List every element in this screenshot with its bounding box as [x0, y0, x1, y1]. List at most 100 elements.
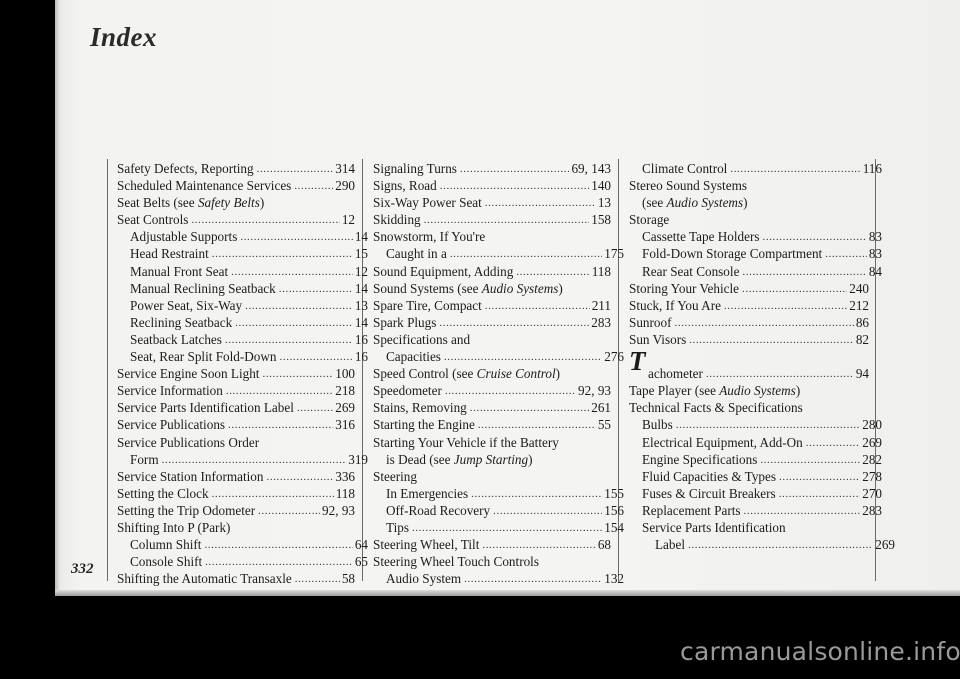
index-entry: In Emergencies 155 [373, 485, 624, 502]
index-entry-page-number: 140 [591, 178, 611, 194]
dot-leader [760, 452, 860, 469]
index-cross-reference: Audio Systems [666, 195, 744, 211]
index-entry: Power Seat, Six-Way 13 [117, 297, 368, 314]
index-entry-page-number: 269 [875, 537, 895, 553]
index-entry-label: Service Parts Identification [642, 519, 786, 535]
index-entry: Starting the Engine 55 [373, 416, 611, 433]
dot-leader [440, 178, 589, 195]
dot-leader [412, 520, 602, 537]
index-entry-label: Six-Way Power Seat [373, 195, 482, 211]
dot-leader [742, 264, 866, 281]
index-entry-label: Service Information [117, 383, 223, 399]
dot-leader [257, 161, 334, 178]
index-entry: Off-Road Recovery 156 [373, 502, 624, 519]
index-entry: (see Audio Systems) [629, 194, 882, 211]
index-entry-label: Steering Wheel Touch Controls [373, 554, 539, 570]
index-entry-label: Starting the Engine [373, 417, 475, 433]
index-entry: Service Parts Identification Label 269 [117, 399, 355, 416]
index-entry-label: Speedometer [373, 383, 442, 399]
dot-leader [225, 332, 353, 349]
index-entry-page-number: 282 [862, 451, 882, 467]
index-entry-page-number: 68 [597, 537, 611, 553]
index-entry-page-number: 276 [604, 349, 624, 365]
index-entry: Technical Facts & Specifications [629, 399, 869, 416]
index-entry: Caught in a 175 [373, 245, 624, 262]
index-entry: Manual Reclining Seatback 14 [117, 280, 368, 297]
index-entry: Signs, Road 140 [373, 177, 611, 194]
index-entry-page-number: 290 [335, 178, 355, 194]
index-column-2: Signaling Turns69, 143Signs, Road140Six-… [373, 160, 624, 587]
index-entry: Sunroof 86 [629, 314, 869, 331]
index-entry-label: (see Audio Systems) [642, 195, 748, 211]
index-entry-page-number: 13 [354, 297, 368, 313]
index-entry: Capacities 276 [373, 348, 624, 365]
index-entry-label: Head Restraint [130, 246, 209, 262]
dot-leader [294, 178, 333, 195]
dot-leader [724, 298, 847, 315]
dot-leader [689, 332, 854, 349]
dot-leader [676, 417, 860, 434]
dot-leader [280, 349, 353, 366]
dot-leader [825, 246, 867, 263]
index-entry: is Dead (see Jump Starting) [373, 451, 624, 468]
index-entry: Replacement Parts 283 [629, 502, 882, 519]
index-entry: Stereo Sound Systems [629, 177, 869, 194]
index-entry-page-number: 83 [868, 229, 882, 245]
index-entry: Six-Way Power Seat 13 [373, 194, 611, 211]
index-entry-label: Bulbs [642, 417, 673, 433]
index-entry-label: Sound Equipment, Adding [373, 263, 514, 279]
letter-section-heading: Tachometer 94 [629, 348, 869, 382]
index-entry: Fuses & Circuit Breakers 270 [629, 485, 882, 502]
index-entry-page-number: 212 [849, 297, 869, 313]
index-entry: Adjustable Supports 14 [117, 228, 368, 245]
index-entry: Label 269 [629, 536, 895, 553]
index-entry-page-number: 12 [341, 212, 355, 228]
index-entry-page-number: 175 [604, 246, 624, 262]
index-entry-page-number: 58 [341, 571, 355, 587]
dot-leader [688, 537, 873, 554]
column-rule-left [107, 159, 108, 581]
index-entry-label: Snowstorm, If You're [373, 229, 486, 245]
index-entry-page-number: 240 [849, 280, 869, 296]
index-column-3: Climate Control 116 Stereo Sound Systems(s… [629, 160, 895, 553]
index-entry-label: Seat Belts (see Safety Belts) [117, 195, 265, 211]
index-entry-label: Off-Road Recovery [386, 502, 491, 518]
index-entry-label: Scheduled Maintenance Services [117, 178, 292, 194]
index-entry-page-number: 94 [855, 366, 869, 382]
index-entry-label: Skidding [373, 212, 421, 228]
index-entry-page-number: 12 [354, 263, 368, 279]
index-entry: Service Station Information 336 [117, 468, 355, 485]
dot-leader [204, 537, 352, 554]
index-entry: Fluid Capacities & Types 278 [629, 468, 882, 485]
index-entry: Steering [373, 468, 611, 485]
index-entry-label: Sound Systems (see Audio Systems) [373, 280, 563, 296]
index-entry-page-number: 218 [335, 383, 355, 399]
index-entry-label: Power Seat, Six-Way [130, 297, 243, 313]
index-entry-page-number: 116 [862, 161, 882, 176]
index-entry-label: Starting Your Vehicle if the Battery [373, 434, 559, 450]
index-entry-label: Label [655, 537, 686, 553]
dot-leader [424, 212, 590, 229]
dot-leader [297, 400, 333, 417]
index-entry: Sound Equipment, Adding 118 [373, 263, 611, 280]
index-entry-label: Tape Player (see Audio Systems) [629, 383, 801, 399]
dot-leader [470, 400, 589, 417]
index-entry: Storing Your Vehicle 240 [629, 280, 869, 297]
index-entry-label: Seatback Latches [130, 331, 222, 347]
index-entry-label: Stereo Sound Systems [629, 178, 747, 194]
index-entry-label: Steering [373, 468, 417, 484]
index-entry-label: Seat, Rear Split Fold-Down [130, 349, 277, 365]
index-entry-page-number: 278 [862, 468, 882, 484]
index-entry-page-number: 319 [348, 451, 368, 467]
screenshot-root: Index 332 Safety Defects, Reporting314Sc… [0, 0, 960, 679]
index-entry-page-number: 118 [591, 263, 611, 279]
index-entry-page-number: 100 [335, 366, 355, 382]
index-entry: Console Shift 65 [117, 553, 368, 570]
index-entry: Bulbs 280 [629, 416, 882, 433]
index-entry: Form 319 [117, 451, 368, 468]
index-entry-page-number: 132 [604, 571, 624, 587]
index-entry-label: Technical Facts & Specifications [629, 400, 803, 416]
index-entry-label: Electrical Equipment, Add-On [642, 434, 803, 450]
dot-leader [267, 469, 334, 486]
index-entry: Service Engine Soon Light 100 [117, 365, 355, 382]
